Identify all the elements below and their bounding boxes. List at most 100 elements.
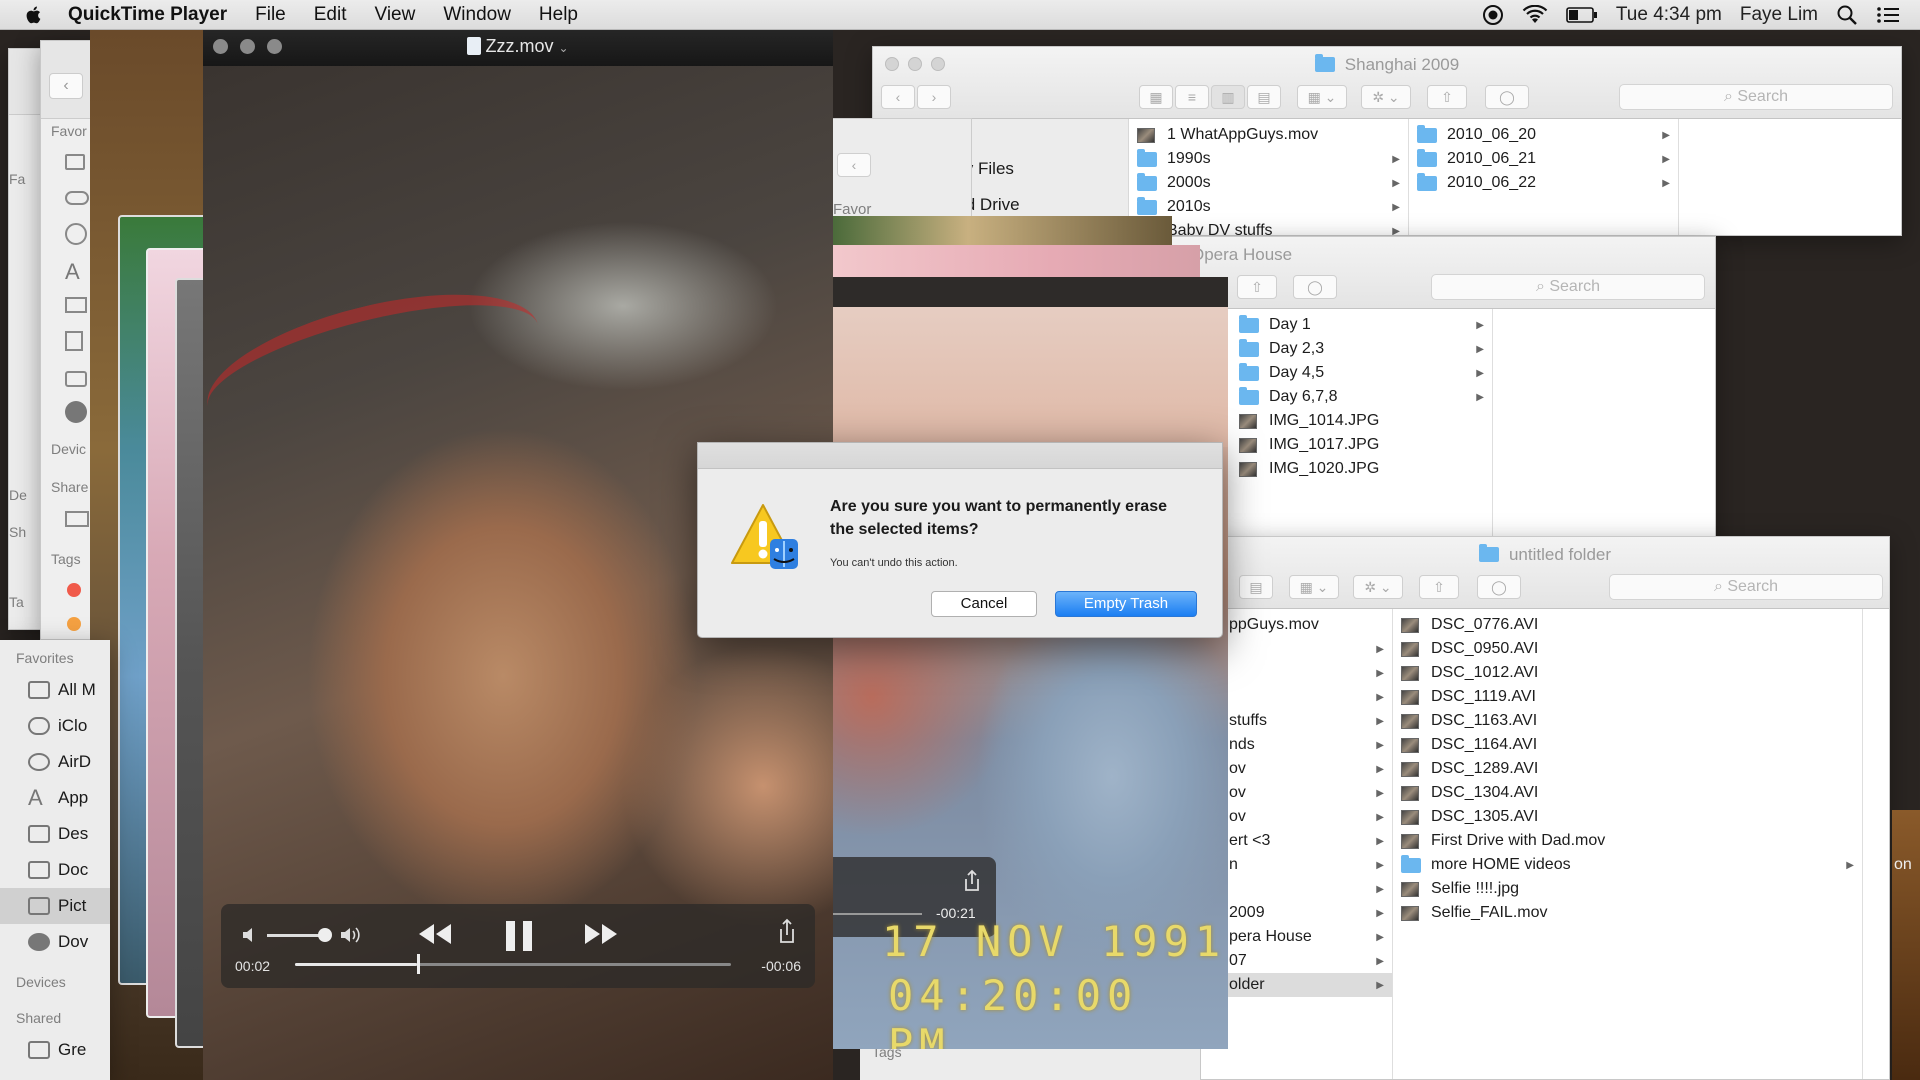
list-item[interactable]: 2000s ▶ [1129,171,1408,195]
pause-button[interactable] [504,920,534,958]
tag-orange-icon[interactable] [67,617,81,631]
record-icon[interactable] [1482,4,1504,26]
list-item[interactable]: Day 6,7,8 ▶ [1231,385,1492,409]
apple-icon[interactable] [20,4,48,26]
list-item[interactable]: ov ▶ [1221,781,1392,805]
list-item[interactable]: First Drive with Dad.mov [1393,829,1862,853]
list-item[interactable]: DSC_0776.AVI [1393,613,1862,637]
cover-flow-icon[interactable]: ▤ [1239,575,1273,599]
list-item[interactable]: n ▶ [1221,853,1392,877]
back-button[interactable]: ‹ [881,85,915,109]
list-item[interactable]: DSC_1304.AVI [1393,781,1862,805]
share-icon[interactable]: ⇧ [1419,575,1459,599]
share-icon[interactable] [962,869,982,893]
list-item[interactable]: 2009 ▶ [1221,901,1392,925]
user-name[interactable]: Faye Lim [1740,4,1818,26]
list-item[interactable]: older ▶ [1221,973,1392,997]
sidebar-item-shared-computer[interactable]: Gre [0,1032,110,1068]
window-titlebar[interactable]: Zzz.mov ⌄ [203,30,833,66]
cover-flow-icon[interactable]: ▤ [1247,85,1281,109]
share-icon[interactable]: ⇧ [1237,275,1277,299]
tag-red-icon[interactable] [67,583,81,597]
list-item[interactable]: 2010_06_21 ▶ [1409,147,1678,171]
volume-slider[interactable] [267,927,332,942]
list-item[interactable]: ert <3 ▶ [1221,829,1392,853]
tag-icon[interactable]: ◯ [1485,85,1529,109]
volume-low-icon[interactable] [241,926,259,944]
chevron-down-icon[interactable]: ⌄ [558,41,568,55]
list-item[interactable]: ▶ [1221,637,1392,661]
list-item[interactable]: stuffs ▶ [1221,709,1392,733]
search-field[interactable]: ⌕ Search [1619,84,1893,110]
sidebar-item-applications[interactable]: A App [0,780,110,816]
cancel-button[interactable]: Cancel [931,591,1037,617]
scrubber-playhead[interactable] [417,954,421,974]
menu-help[interactable]: Help [539,4,578,26]
share-icon[interactable] [777,918,797,944]
sidebar-item-airdrop[interactable]: AirD [0,744,110,780]
window-titlebar[interactable]: Shanghai 2009 ‹ › ▦ ≡ ▥ ▤ ▦ ⌄ ✲ ⌄ ⇧ ◯ ⌕ … [873,47,1901,119]
list-item[interactable]: Day 2,3 ▶ [1231,337,1492,361]
empty-trash-button[interactable]: Empty Trash [1055,591,1197,617]
tag-icon[interactable]: ◯ [1293,275,1337,299]
list-item[interactable]: DSC_1164.AVI [1393,733,1862,757]
rewind-button[interactable] [417,920,453,954]
scrubber-track[interactable] [832,913,922,915]
sidebar-item-all-files[interactable]: All M [0,672,110,708]
wifi-icon[interactable] [1522,4,1548,25]
list-item[interactable]: IMG_1020.JPG [1231,457,1492,481]
list-item[interactable]: more HOME videos ▶ [1393,853,1862,877]
search-field[interactable]: ⌕ Search [1431,274,1705,300]
arrange-menu-icon[interactable]: ▦ ⌄ [1297,85,1347,109]
sidebar-item-desktop[interactable]: Des [0,816,110,852]
menu-view[interactable]: View [375,4,416,26]
volume-high-icon[interactable] [339,926,365,944]
list-item[interactable]: nds ▶ [1221,733,1392,757]
list-item[interactable]: Selfie_FAIL.mov [1393,901,1862,925]
sidebar-item-documents[interactable]: Doc [0,852,110,888]
search-icon[interactable] [1836,4,1858,26]
menu-edit[interactable]: Edit [314,4,347,26]
video-titlebar[interactable] [832,277,1228,307]
list-item[interactable]: Day 1 ▶ [1231,313,1492,337]
list-item[interactable]: 1990s ▶ [1129,147,1408,171]
list-item[interactable]: DSC_0950.AVI [1393,637,1862,661]
list-item[interactable]: DSC_1012.AVI [1393,661,1862,685]
column-view-icon[interactable]: ▥ [1211,85,1245,109]
menu-file[interactable]: File [255,4,286,26]
list-item[interactable]: Day 4,5 ▶ [1231,361,1492,385]
scrubber-track[interactable] [295,954,731,974]
window-titlebar[interactable]: untitled folder ▤ ▦ ⌄ ✲ ⌄ ⇧ ◯ ⌕ Search [1201,537,1889,609]
list-item[interactable]: ▶ [1221,877,1392,901]
sidebar-item-pictures[interactable]: Pict [0,888,110,924]
arrange-menu-icon[interactable]: ▦ ⌄ [1289,575,1339,599]
list-item[interactable]: ▶ [1221,661,1392,685]
menu-app-name[interactable]: QuickTime Player [68,4,227,26]
list-item[interactable]: DSC_1305.AVI [1393,805,1862,829]
gear-icon[interactable]: ✲ ⌄ [1353,575,1403,599]
list-item[interactable]: ▶ [1221,685,1392,709]
forward-button[interactable]: › [917,85,951,109]
back-button[interactable]: ‹ [49,73,83,99]
battery-icon[interactable] [1566,6,1598,24]
back-button[interactable]: ‹ [837,153,871,177]
list-item[interactable]: IMG_1014.JPG [1231,409,1492,433]
list-item[interactable]: 2010_06_22 ▶ [1409,171,1678,195]
window-titlebar[interactable]: Opera House ⇧ ◯ ⌕ Search [1151,237,1715,309]
list-view-icon[interactable]: ≡ [1175,85,1209,109]
tag-icon[interactable]: ◯ [1477,575,1521,599]
volume-knob[interactable] [318,927,332,942]
list-item[interactable]: DSC_1163.AVI [1393,709,1862,733]
list-item[interactable]: 2010_06_20 ▶ [1409,123,1678,147]
icon-view-icon[interactable]: ▦ [1139,85,1173,109]
list-item[interactable]: 1 WhatAppGuys.mov [1129,123,1408,147]
fast-forward-button[interactable] [583,920,619,954]
menu-window[interactable]: Window [443,4,511,26]
list-item[interactable]: DSC_1119.AVI [1393,685,1862,709]
list-item[interactable]: DSC_1289.AVI [1393,757,1862,781]
list-item[interactable]: 07 ▶ [1221,949,1392,973]
clock[interactable]: Tue 4:34 pm [1616,4,1722,26]
share-icon[interactable]: ⇧ [1427,85,1467,109]
search-field[interactable]: ⌕ Search [1609,574,1883,600]
notification-center-icon[interactable] [1876,5,1900,25]
